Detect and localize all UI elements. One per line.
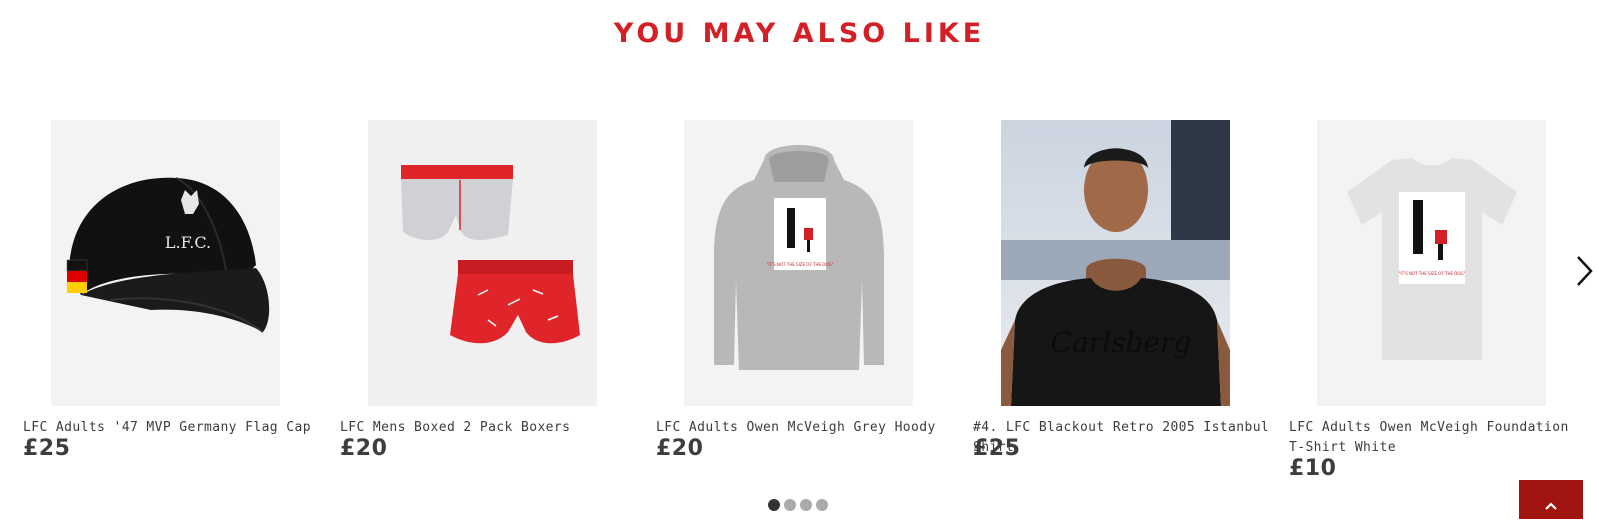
product-name[interactable]: LFC Adults '47 MVP Germany Flag Cap	[23, 418, 323, 438]
product-name[interactable]: LFC Adults Owen McVeigh Foundation T-Shi…	[1289, 418, 1589, 458]
chevron-right-icon	[1577, 256, 1593, 286]
svg-text:L.F.C.: L.F.C.	[165, 233, 211, 252]
carousel-dot[interactable]	[816, 499, 828, 511]
product-image-boxers[interactable]	[368, 120, 597, 406]
product-price: £20	[656, 436, 704, 461]
product-image-hoody[interactable]: "IT'S NOT THE SIZE OF THE DOG"	[684, 120, 913, 406]
svg-text:"IT'S NOT THE SIZE OF THE DOG": "IT'S NOT THE SIZE OF THE DOG"	[1399, 271, 1466, 276]
carousel-next-button[interactable]	[1575, 254, 1595, 288]
product-price: £25	[23, 436, 71, 461]
svg-text:"IT'S NOT THE SIZE OF THE DOG": "IT'S NOT THE SIZE OF THE DOG"	[767, 262, 834, 267]
svg-text:Carlsberg: Carlsberg	[1051, 326, 1192, 359]
carousel-pagination	[768, 499, 832, 511]
back-to-top-button[interactable]	[1519, 480, 1583, 519]
product-image-tshirt[interactable]: "IT'S NOT THE SIZE OF THE DOG"	[1317, 120, 1546, 406]
section-title: YOU MAY ALSO LIKE	[613, 18, 986, 49]
product-image-shirt-model[interactable]: Carlsberg	[1001, 120, 1230, 406]
carousel-dot[interactable]	[784, 499, 796, 511]
product-name[interactable]: LFC Adults Owen McVeigh Grey Hoody	[656, 418, 956, 438]
product-image-cap[interactable]: L.F.C.	[51, 120, 280, 406]
product-price: £25	[973, 436, 1021, 461]
chevron-up-icon	[1545, 502, 1557, 510]
carousel-dot[interactable]	[768, 499, 780, 511]
product-price: £10	[1289, 456, 1337, 481]
product-carousel: L.F.C. LFC Adults '47 MVP Germany Flag C…	[0, 120, 1599, 490]
product-name[interactable]: LFC Mens Boxed 2 Pack Boxers	[340, 418, 640, 438]
carousel-dot[interactable]	[800, 499, 812, 511]
product-price: £20	[340, 436, 388, 461]
